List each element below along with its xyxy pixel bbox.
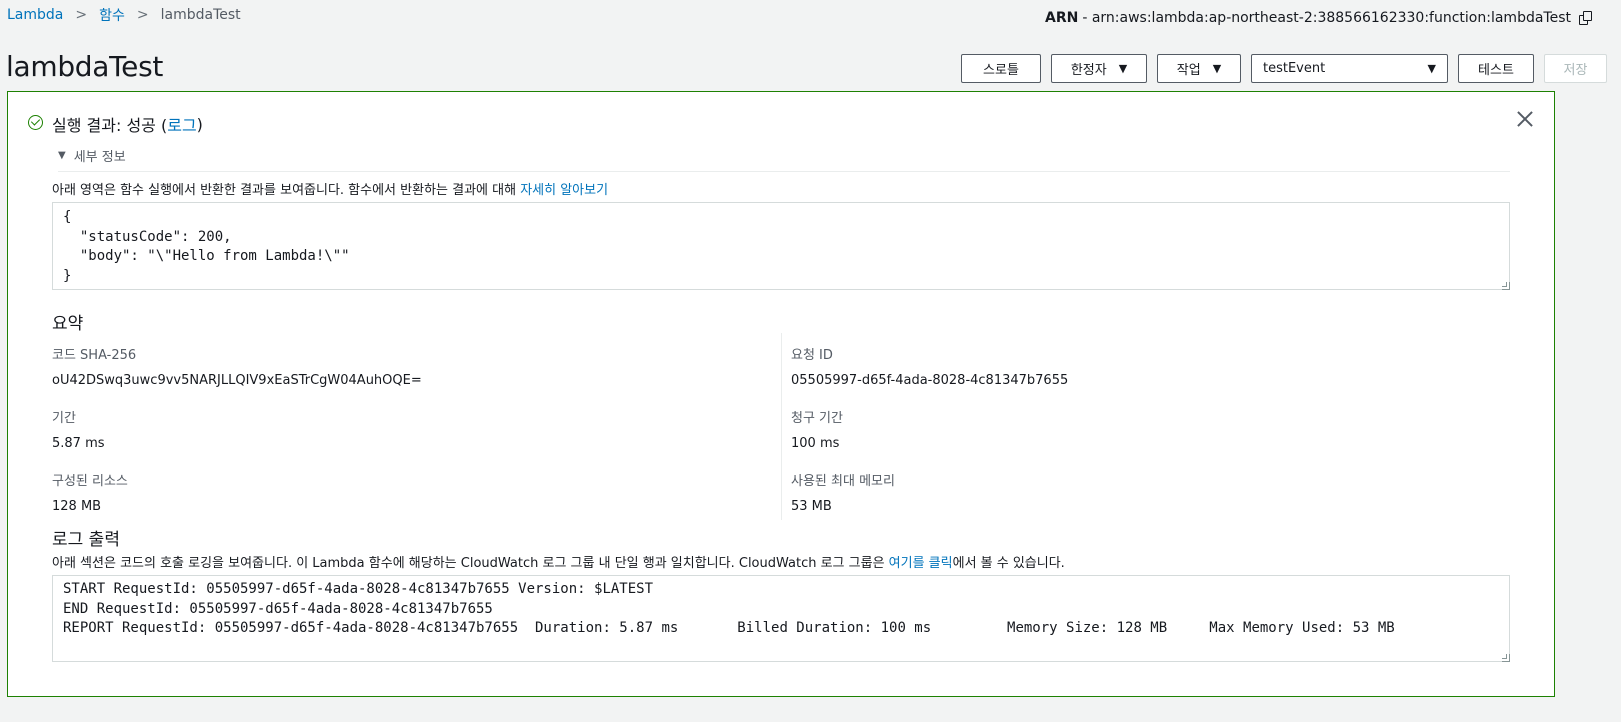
result-description: 아래 영역은 함수 실행에서 반환한 결과를 보여줍니다. 함수에서 반환하는 …	[52, 179, 608, 198]
breadcrumb-functions[interactable]: 함수	[99, 5, 125, 25]
copy-icon[interactable]	[1579, 11, 1593, 25]
caret-down-icon: ▼	[1427, 62, 1436, 75]
triangle-down-icon: ▼	[58, 150, 66, 161]
resources-label: 구성된 리소스	[52, 474, 128, 489]
chevron-right-icon: >	[136, 7, 149, 23]
test-label: 테스트	[1478, 63, 1514, 78]
resize-handle-icon[interactable]	[1502, 654, 1510, 662]
success-check-icon	[28, 114, 43, 130]
log-link[interactable]: 로그	[167, 112, 196, 136]
sha-field: 코드 SHA-256 oU42DSwq3uwc9vv5NARJLLQIV9xEa…	[52, 344, 422, 388]
test-button[interactable]: 테스트	[1458, 54, 1534, 83]
arn-value: - arn:aws:lambda:ap-northeast-2:38856616…	[1082, 10, 1571, 26]
top-bar: Lambda > 함수 > lambdaTest ARN - arn:aws:l…	[0, 0, 1621, 34]
billed-duration-value: 100 ms	[791, 436, 840, 451]
chevron-right-icon: >	[75, 7, 88, 23]
duration-label: 기간	[52, 411, 76, 426]
learn-more-link[interactable]: 자세히 알아보기	[520, 183, 608, 198]
save-button[interactable]: 저장	[1544, 54, 1607, 83]
result-output[interactable]: { "statusCode": 200, "body": "\"Hello fr…	[52, 202, 1510, 290]
details-toggle[interactable]: ▼ 세부 정보	[58, 146, 1510, 172]
actions-dropdown[interactable]: 작업 ▼	[1157, 54, 1241, 83]
status-suffix: )	[196, 114, 203, 134]
log-description: 아래 섹션은 코드의 호출 로깅을 보여줍니다. 이 Lambda 함수에 해당…	[52, 552, 1065, 571]
log-output-heading: 로그 출력	[52, 530, 120, 550]
caret-down-icon: ▼	[1212, 62, 1222, 75]
duration-field: 기간 5.87 ms	[52, 407, 105, 451]
max-memory-value: 53 MB	[791, 499, 832, 514]
save-label: 저장	[1563, 63, 1588, 78]
billed-duration-label: 청구 기간	[791, 411, 843, 426]
sha-value: oU42DSwq3uwc9vv5NARJLLQIV9xEaSTrCgW04Auh…	[52, 373, 422, 388]
qualifier-label: 한정자	[1070, 63, 1107, 78]
breadcrumb-current: lambdaTest	[160, 7, 241, 23]
request-id-label: 요청 ID	[791, 348, 833, 363]
function-arn: ARN - arn:aws:lambda:ap-northeast-2:3885…	[1045, 10, 1593, 26]
arn-label: ARN	[1044, 10, 1079, 26]
request-id-field: 요청 ID 05505997-d65f-4ada-8028-4c81347b76…	[791, 344, 1068, 388]
page-title: lambdaTest	[6, 50, 164, 83]
actions-label: 작업	[1176, 63, 1201, 78]
resize-handle-icon[interactable]	[1502, 282, 1510, 290]
resources-value: 128 MB	[52, 499, 102, 514]
cloudwatch-link[interactable]: 여기를 클릭	[889, 556, 953, 571]
request-id-value: 05505997-d65f-4ada-8028-4c81347b7655	[791, 373, 1069, 388]
caret-down-icon: ▼	[1118, 62, 1128, 75]
log-output[interactable]: START RequestId: 05505997-d65f-4ada-8028…	[52, 575, 1510, 662]
execution-status: 실행 결과: 성공 (로그)	[28, 112, 203, 136]
max-memory-field: 사용된 최대 메모리 53 MB	[791, 470, 895, 514]
log-description-suffix: 에서 볼 수 있습니다.	[952, 556, 1065, 571]
result-description-text: 아래 영역은 함수 실행에서 반환한 결과를 보여줍니다. 함수에서 반환하는 …	[52, 183, 521, 198]
status-prefix: 실행 결과: 성공 (	[52, 116, 168, 135]
summary-heading: 요약	[52, 314, 84, 334]
log-description-text: 아래 섹션은 코드의 호출 로깅을 보여줍니다. 이 Lambda 함수에 해당…	[52, 556, 889, 571]
close-icon[interactable]	[1516, 110, 1534, 128]
execution-result-panel: 실행 결과: 성공 (로그) ▼ 세부 정보 아래 영역은 함수 실행에서 반환…	[7, 91, 1555, 697]
throttle-button[interactable]: 스로틀	[961, 54, 1041, 83]
summary-divider	[781, 333, 782, 520]
details-label: 세부 정보	[73, 150, 126, 165]
billed-duration-field: 청구 기간 100 ms	[791, 407, 843, 451]
throttle-label: 스로틀	[983, 63, 1019, 78]
breadcrumb-lambda[interactable]: Lambda	[7, 7, 63, 23]
sha-label: 코드 SHA-256	[52, 348, 137, 363]
qualifier-dropdown[interactable]: 한정자 ▼	[1051, 54, 1147, 83]
test-event-select[interactable]: testEvent ▼	[1251, 54, 1448, 83]
resources-field: 구성된 리소스 128 MB	[52, 470, 128, 514]
duration-value: 5.87 ms	[52, 436, 105, 451]
test-event-value: testEvent	[1263, 61, 1326, 76]
function-actions: 스로틀 한정자 ▼ 작업 ▼ testEvent ▼ 테스트 저장	[951, 54, 1607, 83]
max-memory-label: 사용된 최대 메모리	[791, 474, 895, 489]
breadcrumb: Lambda > 함수 > lambdaTest	[7, 5, 241, 25]
